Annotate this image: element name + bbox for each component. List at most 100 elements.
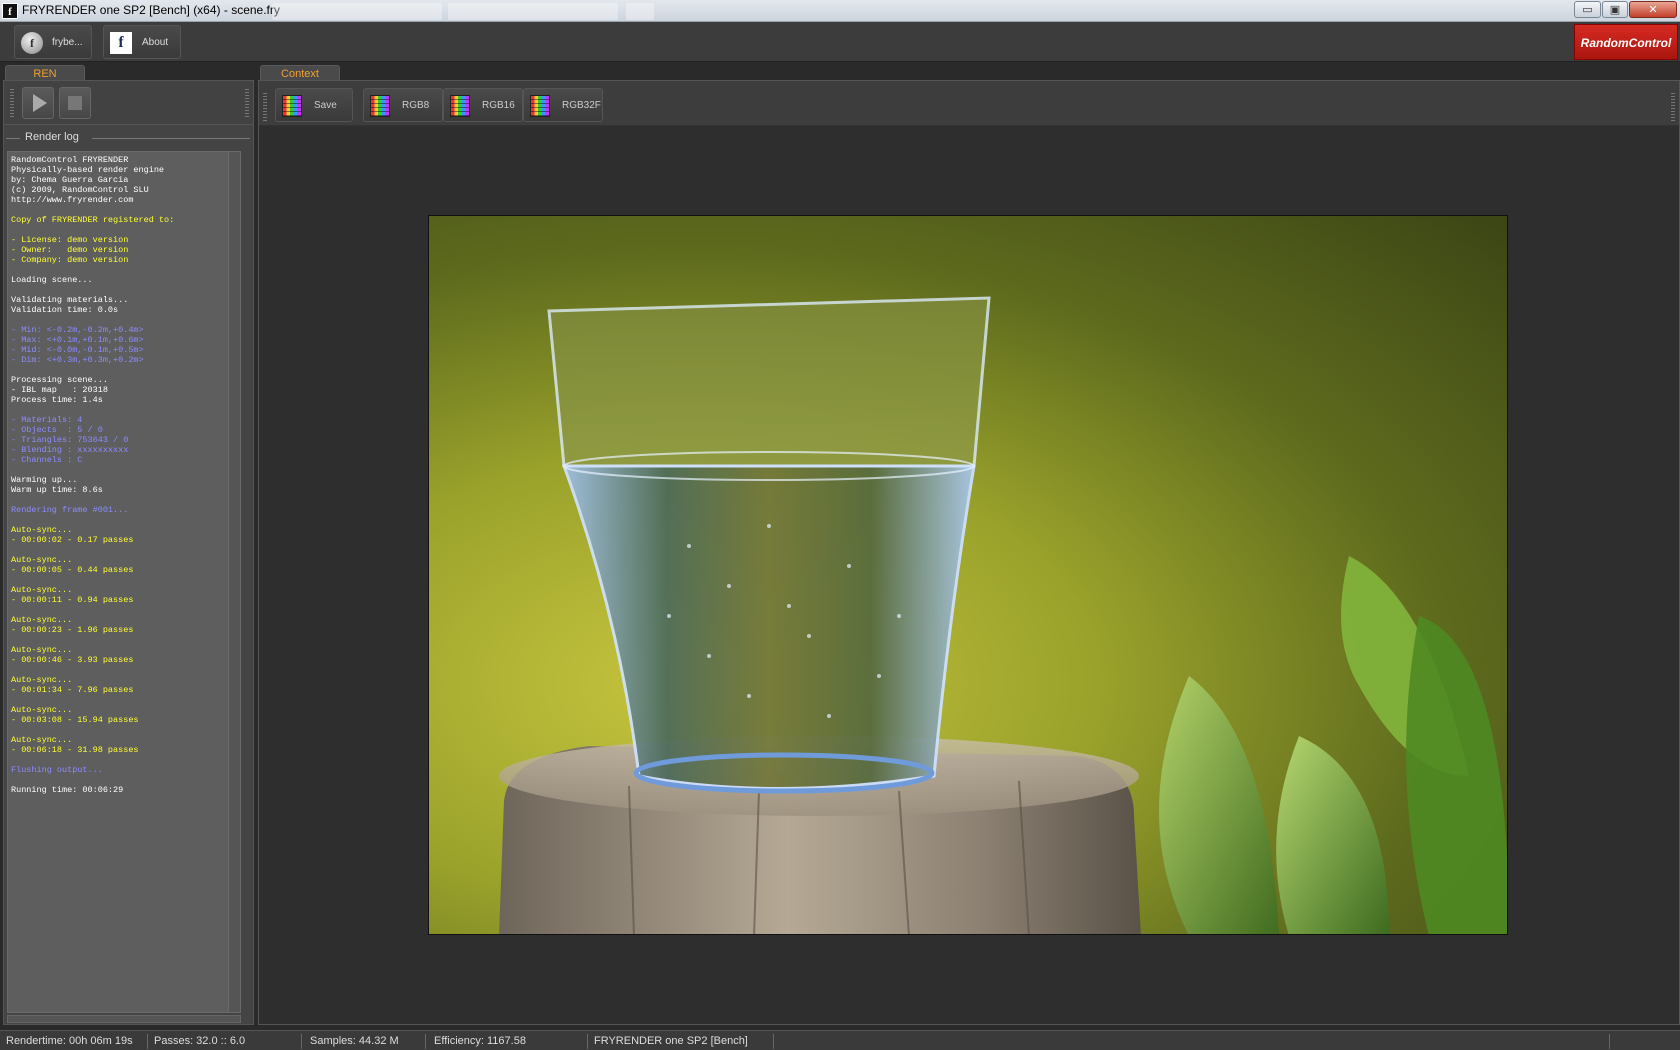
status-efficiency: Efficiency: 1167.58 [428, 1034, 588, 1049]
rgb8-button[interactable]: RGB8 [363, 88, 443, 122]
about-label: About [142, 37, 169, 48]
context-toolbar: Save RGB8 RGB16 RGB32F [259, 81, 1679, 126]
log-line: - 00:00:23 - 1.96 passes [11, 625, 134, 635]
log-line: - Channels : C [11, 455, 83, 465]
frybe-icon: f [21, 32, 43, 54]
status-samples: Samples: 44.32 M [304, 1034, 426, 1049]
log-line: - Owner: demo version [11, 245, 129, 255]
log-horizontal-scrollbar[interactable] [7, 1015, 241, 1023]
randomcontrol-logo[interactable]: RandomControl [1574, 24, 1678, 60]
render-log[interactable]: RandomControl FRYRENDER Physically-based … [7, 151, 241, 1013]
log-line: Loading scene... [11, 275, 93, 285]
log-line: http://www.fryrender.com [11, 195, 134, 205]
log-line: RandomControl FRYRENDER [11, 155, 129, 165]
log-line: Validation time: 0.0s [11, 305, 119, 315]
frybe-button[interactable]: f frybe... [14, 25, 92, 59]
rgb32f-label: RGB32F [562, 100, 601, 111]
play-icon [32, 94, 47, 112]
log-line: - License: demo version [11, 235, 129, 245]
log-line: Rendering frame #001... [11, 505, 129, 515]
log-line: - Objects : 5 / 0 [11, 425, 103, 435]
rgb32f-button[interactable]: RGB32F [523, 88, 603, 122]
window-title: FRYRENDER one SP2 [Bench] (x64) - scene.… [22, 3, 280, 17]
log-line: - Max: <+0.1m,+0.1m,+0.6m> [11, 335, 144, 345]
about-button[interactable]: f About [103, 25, 181, 59]
log-line: Process time: 1.4s [11, 395, 103, 405]
log-line: - Min: <-0.2m,-0.2m,+0.4m> [11, 325, 144, 335]
rgb16-label: RGB16 [482, 100, 515, 111]
log-line: - 00:06:18 - 31.98 passes [11, 745, 139, 755]
background-tab-ghost [272, 3, 442, 20]
fryrender-window: f FRYRENDER one SP2 [Bench] (x64) - scen… [0, 0, 1680, 1050]
log-line: Validating materials... [11, 295, 129, 305]
log-line: Warming up... [11, 475, 78, 485]
render-log-text: RandomControl FRYRENDER Physically-based … [11, 155, 231, 795]
ren-panel: Render log RandomControl FRYRENDER Physic… [3, 80, 254, 1025]
title-bar: f FRYRENDER one SP2 [Bench] (x64) - scen… [0, 0, 1680, 22]
log-line: - 00:01:34 - 7.96 passes [11, 685, 134, 695]
log-line: Auto-sync... [11, 675, 73, 685]
minimize-button[interactable]: ▭ [1574, 1, 1601, 18]
tab-ren[interactable]: REN [5, 65, 85, 81]
log-line: Auto-sync... [11, 525, 73, 535]
log-line: (c) 2009, RandomControl SLU [11, 185, 149, 195]
log-line: - 00:00:11 - 0.94 passes [11, 595, 134, 605]
toolbar-grip[interactable] [263, 93, 267, 121]
log-line: - 00:00:46 - 3.93 passes [11, 655, 134, 665]
log-line: Auto-sync... [11, 585, 73, 595]
render-log-title: Render log [22, 131, 82, 143]
log-vertical-scrollbar[interactable] [228, 152, 240, 1012]
image-save-icon [282, 95, 302, 117]
save-button[interactable]: Save [275, 88, 353, 122]
background-tab-ghost [626, 3, 654, 20]
frybe-label: frybe... [52, 37, 83, 48]
log-line: Running time: 00:06:29 [11, 785, 124, 795]
context-panel: Save RGB8 RGB16 RGB32F [258, 80, 1680, 1025]
maximize-button[interactable]: ▣ [1602, 1, 1628, 18]
log-line: - 00:00:05 - 0.44 passes [11, 565, 134, 575]
log-line: Auto-sync... [11, 555, 73, 565]
save-label: Save [314, 100, 337, 111]
status-rendertime: Rendertime: 00h 06m 19s [0, 1034, 148, 1049]
toolbar-grip[interactable] [10, 89, 14, 117]
rgb16-button[interactable]: RGB16 [443, 88, 523, 122]
log-line: Processing scene... [11, 375, 108, 385]
toolbar-grip[interactable] [1671, 93, 1675, 121]
render-view[interactable] [428, 215, 1508, 935]
log-line: - 00:03:08 - 15.94 passes [11, 715, 139, 725]
app-icon: f [2, 3, 18, 19]
log-line: Auto-sync... [11, 615, 73, 625]
log-line: - Mid: <-0.0m,-0.1m,+0.5m> [11, 345, 144, 355]
log-line: Auto-sync... [11, 735, 73, 745]
log-line: Auto-sync... [11, 705, 73, 715]
status-passes: Passes: 32.0 :: 6.0 [148, 1034, 302, 1049]
toolbar-grip[interactable] [245, 89, 249, 117]
status-empty [776, 1034, 1610, 1049]
log-line: - Dim: <+0.3m,+0.3m,+0.2m> [11, 355, 144, 365]
render-controls [4, 81, 253, 125]
close-button[interactable]: ✕ [1629, 1, 1677, 18]
play-button[interactable] [22, 87, 54, 119]
status-bar: Rendertime: 00h 06m 19s Passes: 32.0 :: … [0, 1030, 1680, 1050]
stop-button[interactable] [59, 87, 91, 119]
tab-context[interactable]: Context [260, 65, 340, 81]
rgb16-icon [450, 95, 470, 117]
log-line: - 00:00:02 - 0.17 passes [11, 535, 134, 545]
rendered-image [499, 296, 1507, 934]
